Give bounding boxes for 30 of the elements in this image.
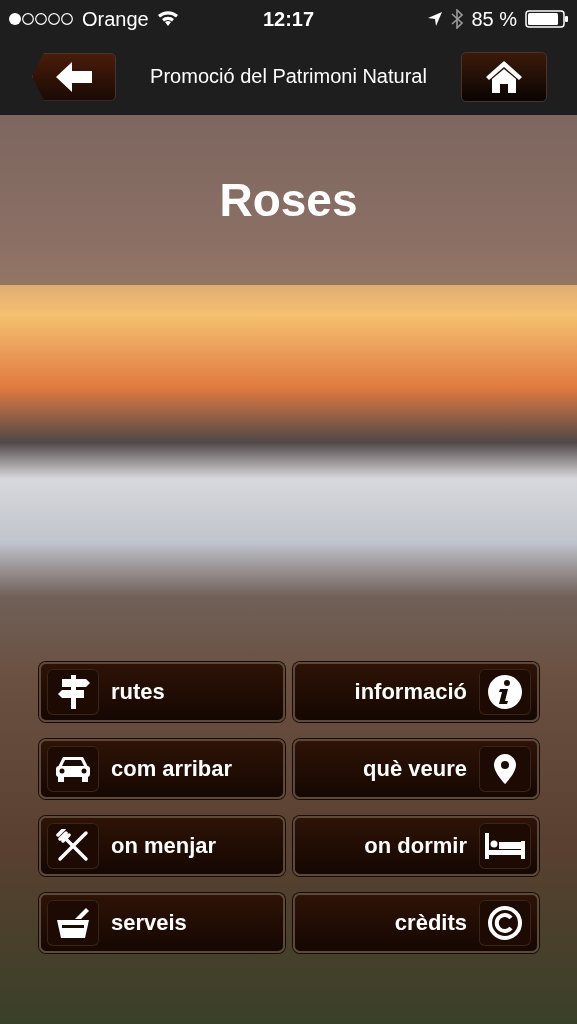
- fork-knife-icon: [56, 829, 90, 863]
- info-icon: [487, 674, 523, 710]
- car-icon: [55, 754, 91, 784]
- nav-title: Promoció del Patrimoni Natural: [150, 65, 427, 88]
- bed-icon: [484, 831, 526, 861]
- home-button[interactable]: [461, 51, 547, 102]
- menu-button[interactable]: on dormir: [293, 816, 539, 876]
- page-title: Roses: [219, 173, 358, 227]
- wifi-icon: [156, 11, 179, 27]
- status-time: 12:17: [262, 7, 315, 31]
- signal-icon: [8, 12, 74, 26]
- map-pin-icon: [493, 753, 517, 785]
- menu-button[interactable]: rutes: [39, 662, 285, 722]
- home-icon: [485, 59, 523, 94]
- menu-button[interactable]: on menjar: [39, 816, 285, 876]
- menu-button[interactable]: com arribar: [39, 739, 285, 799]
- menu-button[interactable]: serveis: [39, 893, 285, 953]
- bluetooth-icon: [451, 9, 464, 29]
- basket-icon: [55, 906, 91, 940]
- menu-button[interactable]: crèdits: [293, 893, 539, 953]
- battery-icon: [525, 10, 569, 28]
- signpost-icon: [56, 673, 90, 711]
- left-arrow-icon: [56, 61, 92, 92]
- menu-button[interactable]: què veure: [293, 739, 539, 799]
- menu-button[interactable]: informació: [293, 662, 539, 722]
- carrier-name: Orange: [82, 7, 149, 31]
- location-arrow-icon: [427, 11, 444, 27]
- back-button[interactable]: [32, 52, 116, 101]
- battery-percent: 85 %: [471, 7, 517, 31]
- copyright-icon: [487, 905, 523, 941]
